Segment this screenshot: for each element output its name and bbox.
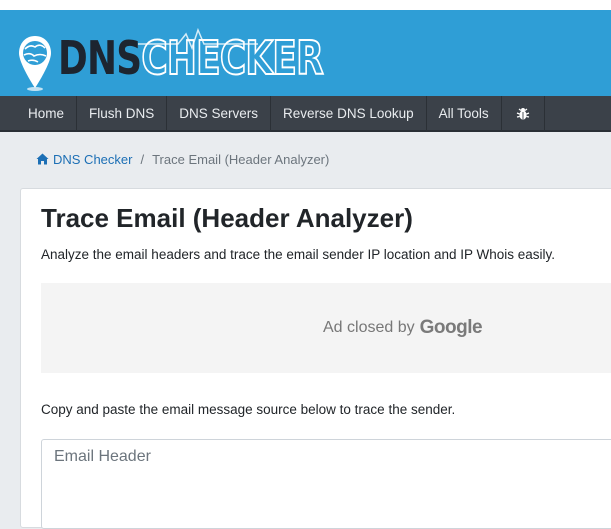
instructions-text: Copy and paste the email message source … (41, 402, 456, 417)
dns-checker-logo[interactable]: DNSCHECKER (18, 28, 325, 92)
nav-reverse-dns-lookup[interactable]: Reverse DNS Lookup (271, 96, 427, 132)
logo-dns-text: DNS (58, 31, 142, 85)
email-header-input[interactable] (41, 439, 611, 529)
main-nav: Home Flush DNS DNS Servers Reverse DNS L… (0, 96, 611, 132)
nav-home[interactable]: Home (0, 96, 78, 132)
breadcrumb-current: Trace Email (Header Analyzer) (152, 151, 330, 167)
site-header: DNSCHECKER (0, 0, 611, 96)
nav-flush-dns[interactable]: Flush DNS (77, 96, 168, 132)
google-logo-text: Google (419, 317, 483, 338)
main-card: Trace Email (Header Analyzer) Analyze th… (20, 188, 611, 529)
ad-placeholder: Ad closed by Google (41, 283, 611, 373)
page-title: Trace Email (Header Analyzer) (41, 203, 413, 233)
home-icon (36, 153, 49, 165)
breadcrumb-home-link[interactable]: DNS Checker (36, 152, 132, 167)
breadcrumb-home-label: DNS Checker (53, 151, 133, 167)
page-subtitle: Analyze the email headers and trace the … (41, 247, 556, 262)
pulse-line-icon (138, 28, 258, 50)
ad-closed-text: Ad closed by (323, 319, 415, 336)
nav-all-tools[interactable]: All Tools (427, 96, 502, 132)
breadcrumb: DNS Checker / Trace Email (Header Analyz… (20, 138, 611, 180)
breadcrumb-separator: / (140, 151, 145, 167)
globe-pin-icon (19, 36, 51, 91)
nav-dns-servers[interactable]: DNS Servers (167, 96, 272, 132)
bug-icon (516, 108, 529, 120)
nav-bug-report[interactable] (502, 96, 545, 132)
